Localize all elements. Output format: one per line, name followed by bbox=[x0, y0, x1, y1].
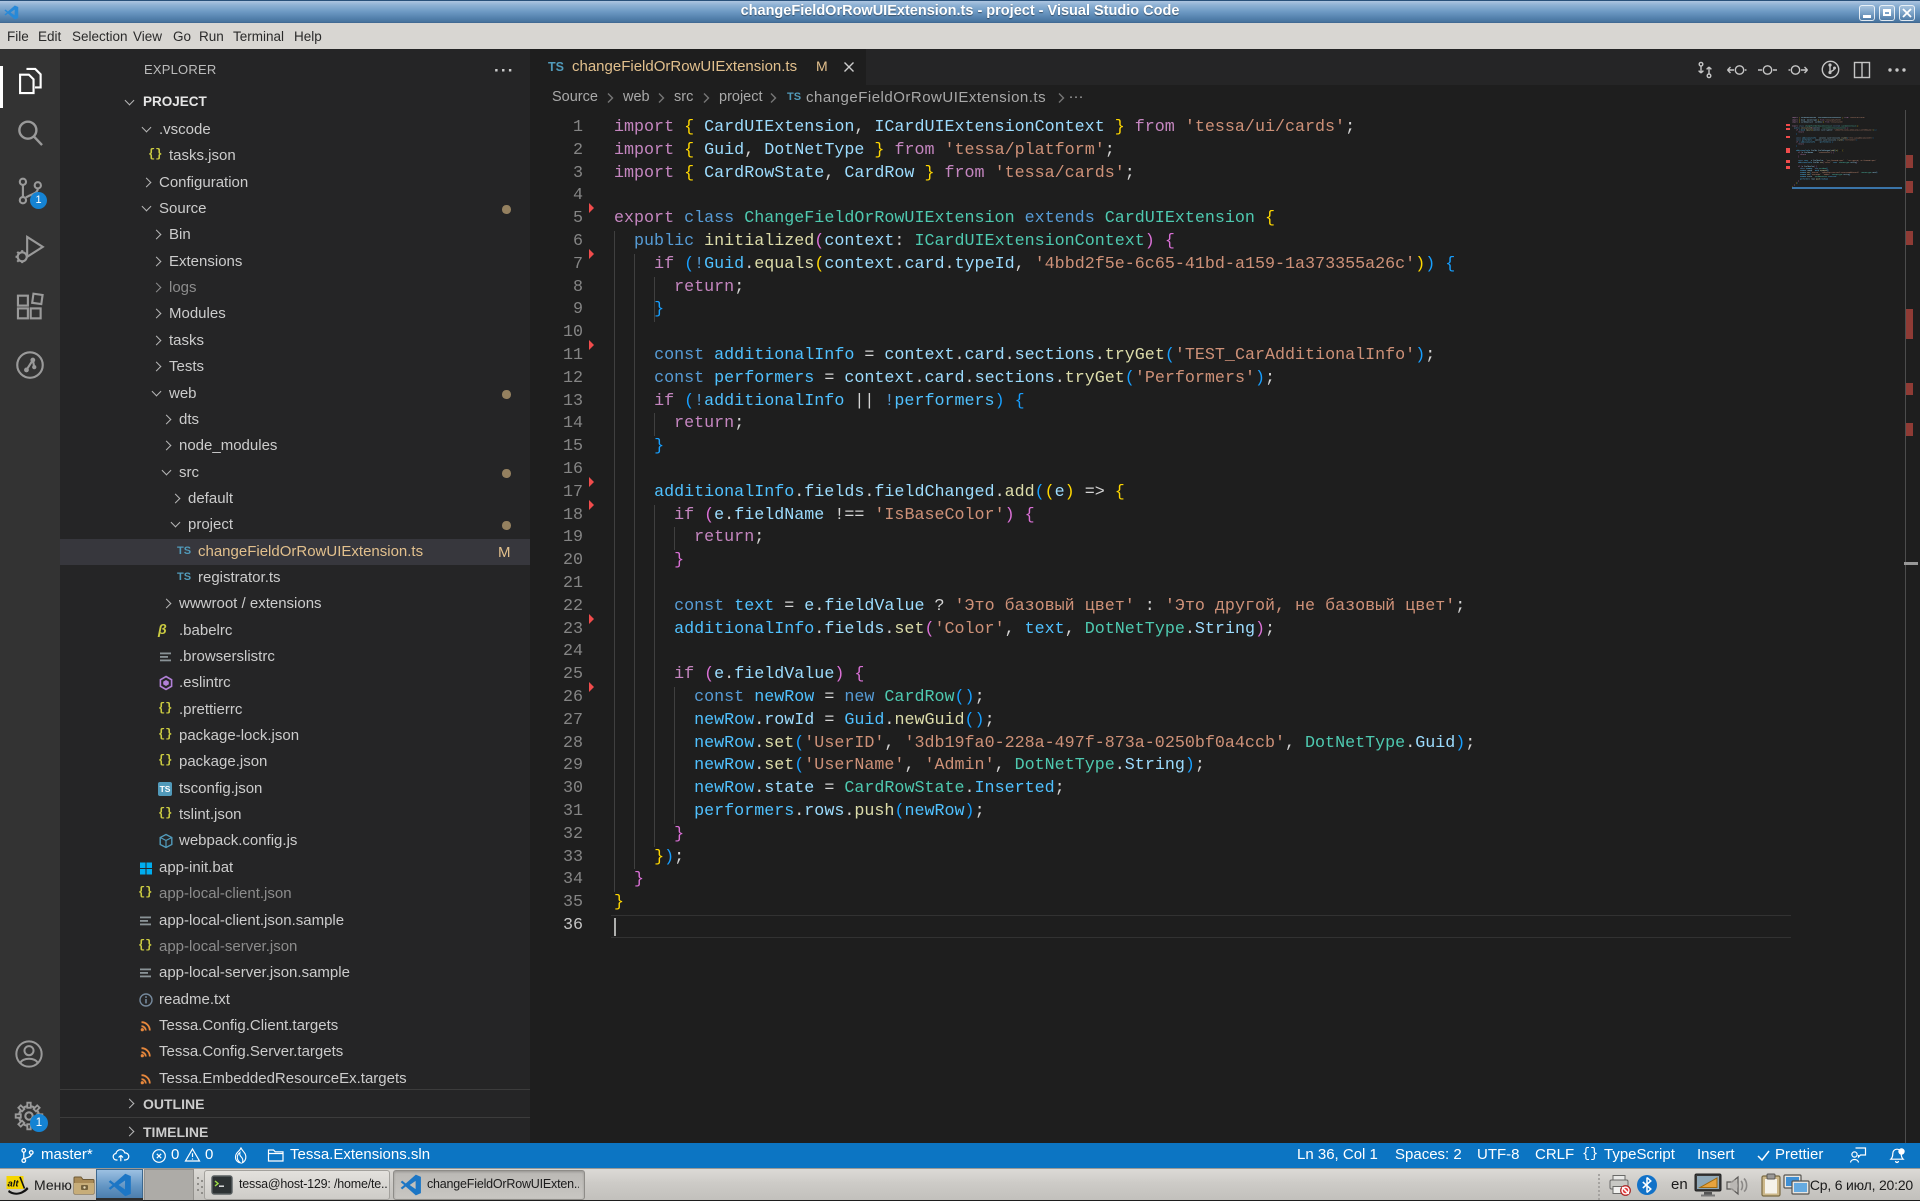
svg-text:alt: alt bbox=[8, 1179, 20, 1190]
